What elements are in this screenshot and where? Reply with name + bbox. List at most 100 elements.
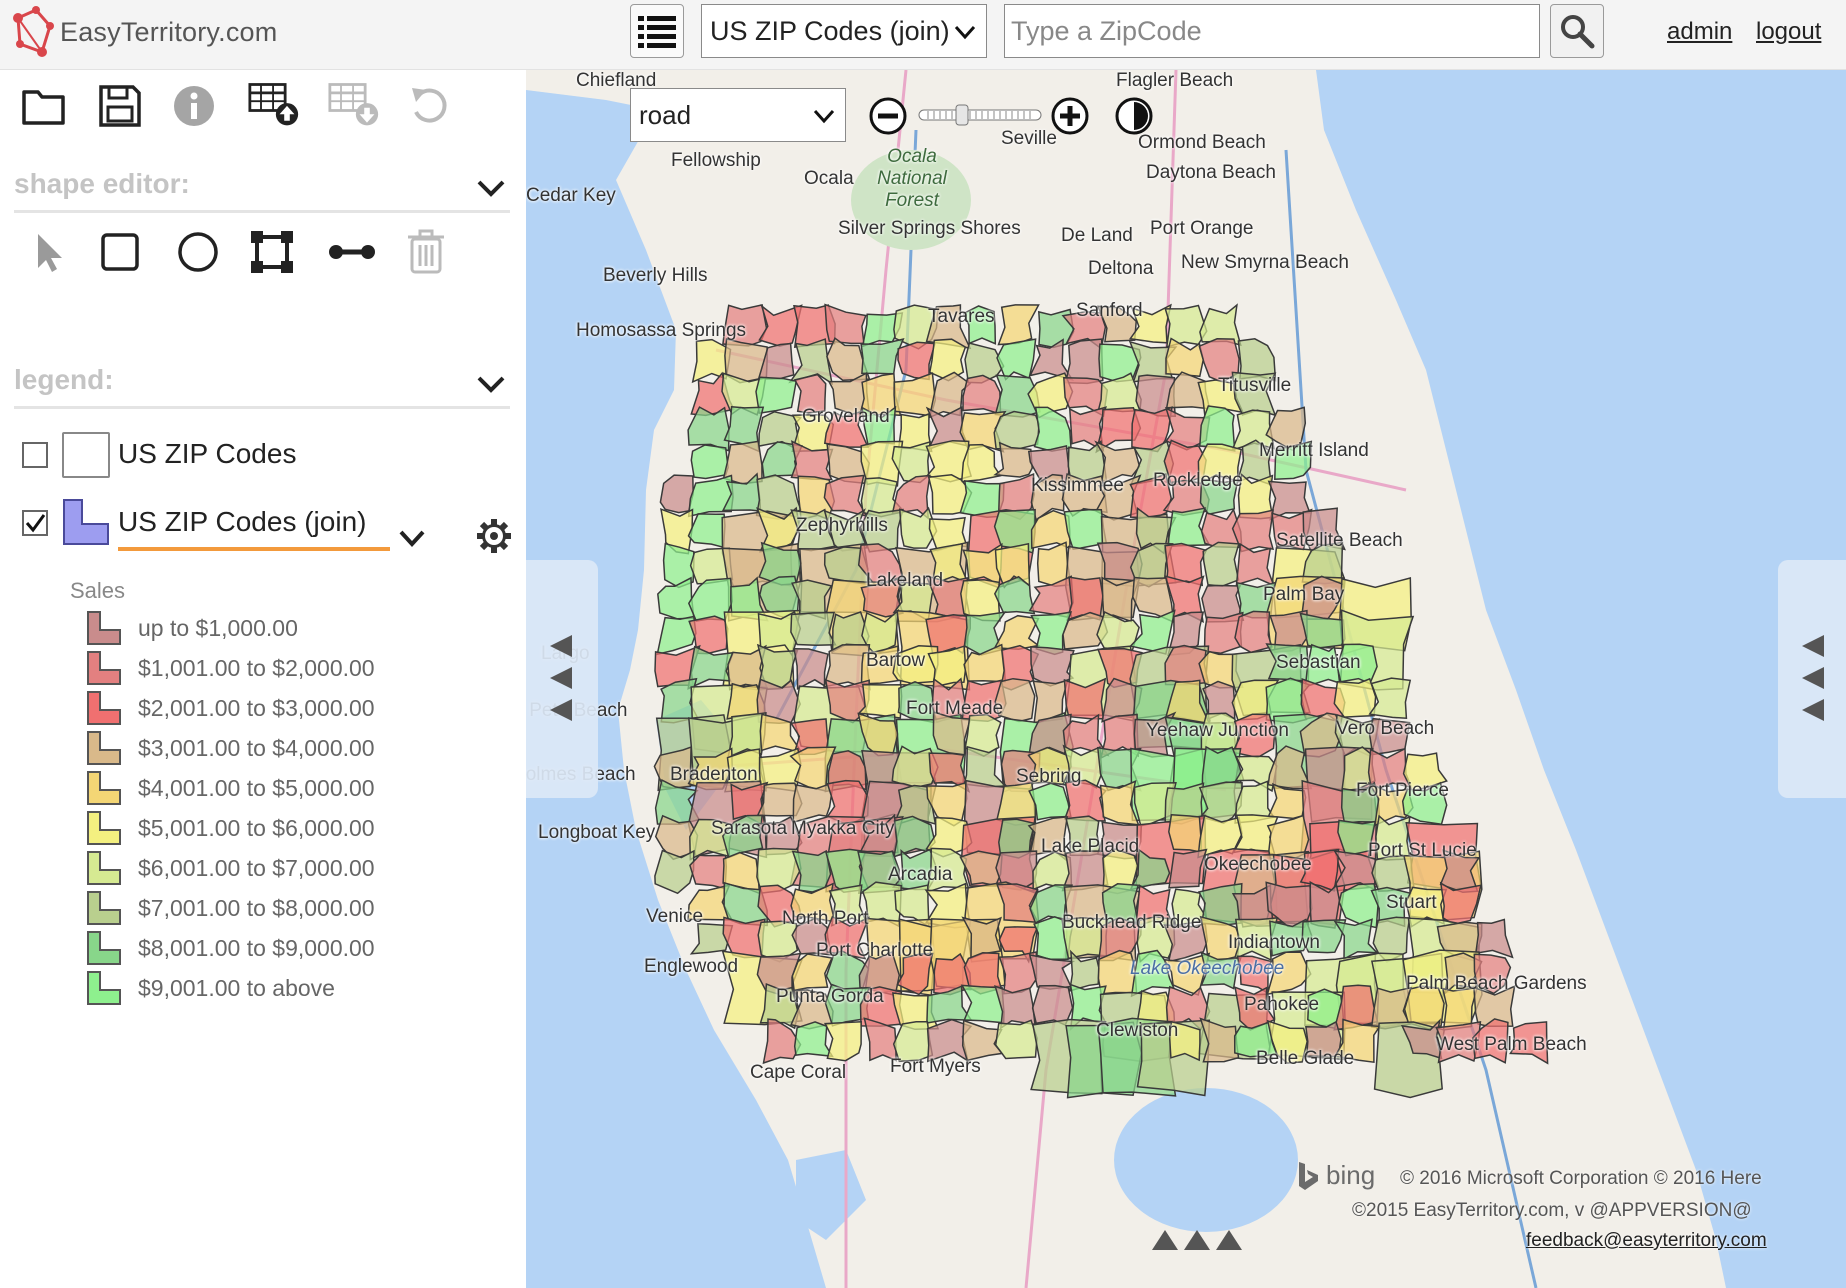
zip-polygon[interactable] xyxy=(690,444,729,480)
chevron-down-icon[interactable] xyxy=(476,176,506,200)
layer-checkbox-us-zip-codes-join[interactable] xyxy=(22,510,48,536)
expand-right-panel-button[interactable] xyxy=(1778,560,1846,798)
gear-icon[interactable] xyxy=(476,518,512,554)
legend-title: legend: xyxy=(14,364,114,395)
place-label: Myakka City xyxy=(791,818,895,839)
legend-class-swatch xyxy=(87,731,121,765)
layer-select[interactable]: US ZIP Codes (join) xyxy=(701,4,987,58)
place-label: Beverly Hills xyxy=(603,265,708,286)
trash-icon[interactable] xyxy=(400,226,452,278)
legend-class-label: $2,001.00 to $3,000.00 xyxy=(138,694,375,721)
undo-icon[interactable] xyxy=(404,80,456,132)
top-bar: EasyTerritory.com US ZIP Codes (join) ad… xyxy=(0,0,1846,70)
legend-class-row: $1,001.00 to $2,000.00 xyxy=(86,650,375,686)
bing-text: bing xyxy=(1326,1160,1376,1190)
chevron-down-icon[interactable] xyxy=(398,526,426,550)
table-upload-icon[interactable] xyxy=(248,78,300,130)
zip-polygon[interactable] xyxy=(1333,677,1377,718)
collapse-left-panel-button[interactable] xyxy=(526,560,598,798)
legend-class-label: $1,001.00 to $2,000.00 xyxy=(138,654,375,681)
zip-search-input[interactable] xyxy=(1004,4,1540,58)
place-label: Arcadia xyxy=(888,864,953,885)
legend-class-swatch xyxy=(87,651,121,685)
layer-label-us-zip-codes-join[interactable]: US ZIP Codes (join) xyxy=(118,506,366,538)
place-label: Yeehaw Junction xyxy=(1146,720,1289,741)
place-label: Clewiston xyxy=(1096,1020,1179,1041)
table-download-icon[interactable] xyxy=(328,78,380,130)
layer-list-button[interactable] xyxy=(630,4,684,58)
place-label: Merritt Island xyxy=(1259,440,1369,461)
select-arrow-icon[interactable] xyxy=(22,226,74,278)
place-label: Titusville xyxy=(1218,375,1292,396)
zip-polygon[interactable] xyxy=(689,854,728,890)
info-icon[interactable] xyxy=(168,80,220,132)
place-label: Lakeland xyxy=(866,570,944,591)
zip-polygon[interactable] xyxy=(994,1019,1038,1060)
zip-polygon[interactable] xyxy=(1168,813,1202,854)
expand-bottom-panel-button[interactable] xyxy=(1138,1220,1258,1260)
place-label: Tavares xyxy=(928,306,995,327)
zip-polygon[interactable] xyxy=(996,338,1037,381)
shape-editor-title: shape editor: xyxy=(14,168,190,199)
place-label: North Port xyxy=(782,908,869,929)
zip-polygon[interactable] xyxy=(790,611,837,646)
zoom-slider-handle[interactable] xyxy=(955,104,969,126)
bing-icon xyxy=(1299,1161,1318,1190)
legend-class-label: $9,001.00 to above xyxy=(138,974,335,1001)
line-icon[interactable] xyxy=(326,226,378,278)
place-label: Venice xyxy=(646,906,704,927)
logo-text: EasyTerritory.com xyxy=(60,16,278,47)
map-view[interactable]: Chiefland Flagler Beach Seville Ormond Beac… xyxy=(526,70,1846,1288)
zoom-in-icon[interactable] xyxy=(1050,96,1090,136)
place-label: Cedar Key xyxy=(526,185,616,206)
zip-polygon[interactable] xyxy=(1064,338,1104,385)
zip-polygon[interactable] xyxy=(1066,576,1104,621)
logout-link[interactable]: logout xyxy=(1756,18,1821,46)
save-icon[interactable] xyxy=(94,80,146,132)
left-panel: shape editor: legend: US ZIP Codes US ZI… xyxy=(0,70,526,1288)
place-label: Groveland xyxy=(802,406,890,427)
legend-field-label: Sales xyxy=(70,578,126,603)
contrast-icon[interactable] xyxy=(1114,96,1154,136)
open-folder-icon[interactable] xyxy=(18,80,70,132)
admin-link[interactable]: admin xyxy=(1667,18,1732,46)
map-style-select[interactable]: road xyxy=(630,88,846,142)
place-label: Okeechobee xyxy=(1204,854,1312,875)
rectangle-icon[interactable] xyxy=(94,226,146,278)
search-button[interactable] xyxy=(1550,4,1604,58)
zip-polygon[interactable] xyxy=(1202,541,1240,587)
place-label: Fellowship xyxy=(671,150,761,171)
polygon-icon[interactable] xyxy=(246,226,298,278)
layer-select-value: US ZIP Codes (join) xyxy=(710,15,950,46)
chevron-down-icon[interactable] xyxy=(476,372,506,396)
zoom-out-icon[interactable] xyxy=(868,96,908,136)
place-label: Lake Placid xyxy=(1041,836,1140,857)
layer-checkbox-us-zip-codes[interactable] xyxy=(22,442,48,468)
place-label: Buckhead Ridge xyxy=(1062,912,1202,933)
zoom-slider[interactable] xyxy=(918,104,1042,126)
logo[interactable]: EasyTerritory.com xyxy=(10,4,277,60)
place-label: Vero Beach xyxy=(1336,718,1435,739)
water-label: Lake Okeechobee xyxy=(1130,958,1285,979)
place-label: Satellite Beach xyxy=(1276,530,1403,551)
feedback-link[interactable]: feedback@easyterritory.com xyxy=(1526,1230,1767,1252)
legend-class-swatch xyxy=(87,891,121,925)
layer-label-us-zip-codes[interactable]: US ZIP Codes xyxy=(118,438,296,470)
layer-swatch xyxy=(63,499,109,545)
place-label: Indiantown xyxy=(1228,932,1320,953)
zip-polygon[interactable] xyxy=(1031,984,1074,1026)
zip-polygon[interactable] xyxy=(857,683,903,719)
zip-polygon[interactable] xyxy=(1234,610,1273,654)
checkmark-icon xyxy=(25,514,46,533)
legend-class-row: $6,001.00 to $7,000.00 xyxy=(86,850,375,886)
place-label: De Land xyxy=(1061,225,1133,246)
zip-polygon[interactable] xyxy=(962,374,1002,416)
place-label: Sebring xyxy=(1016,766,1082,787)
place-label: Ocala xyxy=(804,168,854,189)
legend-class-label: $4,001.00 to $5,000.00 xyxy=(138,774,375,801)
circle-icon[interactable] xyxy=(172,226,224,278)
place-label: Sarasota xyxy=(711,818,788,839)
place-label: Daytona Beach xyxy=(1146,162,1276,183)
zip-polygon[interactable] xyxy=(928,338,967,382)
search-icon xyxy=(1561,15,1595,49)
